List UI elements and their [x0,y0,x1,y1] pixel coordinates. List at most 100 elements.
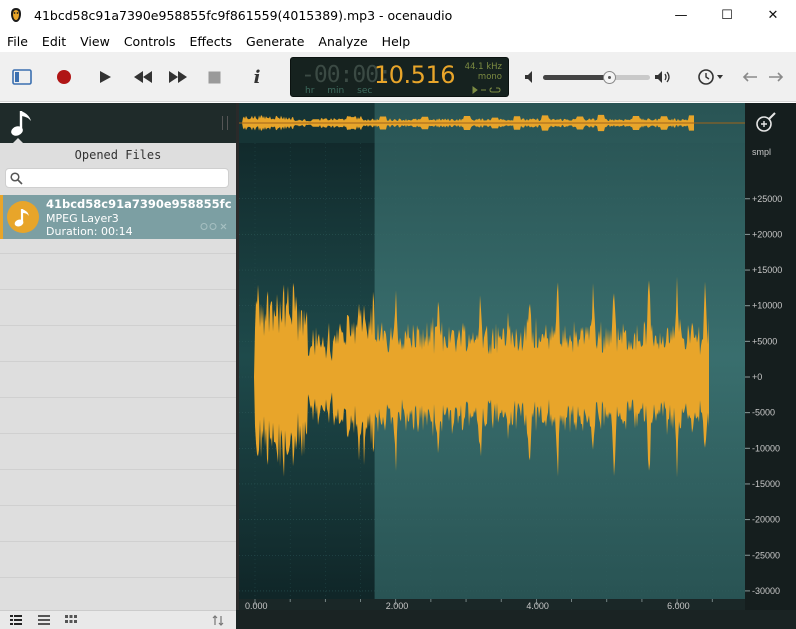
arrow-right-icon [769,72,784,82]
info-button[interactable]: i [246,65,268,89]
back-button[interactable] [740,65,760,89]
time-tick-label: 0.000 [245,601,268,610]
amplitude-tick-label: -5000 [752,408,775,418]
file-list-item[interactable]: 41bcd58c91a7390e958855fc9f861559 MPEG La… [0,195,236,239]
stop-button[interactable] [202,65,226,89]
volume-slider[interactable] [543,71,650,84]
sort-icon[interactable] [212,615,224,626]
rewind-icon [134,71,152,83]
menu-controls[interactable]: Controls [117,34,183,49]
view-mode-bar [0,610,236,629]
amplitude-tick-label: -10000 [752,443,780,453]
menu-bar: File Edit View Controls Effects Generate… [0,30,796,52]
mute-button[interactable] [522,67,540,87]
time-tick-label: 4.000 [526,601,549,610]
playback-mode-icons [472,86,502,96]
waveform-view[interactable]: 0.0002.0004.0006.0008.00010.00012.000 [239,103,745,610]
files-panel-title: Opened Files [74,148,162,162]
record-icon [57,70,71,84]
panel-grip-icon[interactable] [222,116,228,130]
grid-view-icon[interactable] [65,615,77,626]
list-separator [0,469,236,470]
clock-icon [698,69,723,85]
info-icon: i [253,66,261,88]
speaker-low-icon [525,71,532,83]
play-button[interactable] [93,65,117,89]
files-panel: Opened Files 41bcd58c91a7390e958855fc9f8… [0,103,236,610]
amplitude-tick-label: +20000 [752,229,782,239]
list-separator [0,397,236,398]
list-separator [0,253,236,254]
amplitude-unit: smpl [752,147,771,157]
header-pointer [13,138,23,143]
record-button[interactable] [52,65,76,89]
time-display-value: 10.516 [374,61,455,89]
amplitude-tick-label: +10000 [752,301,782,311]
music-note-icon [11,111,31,136]
zoom-icon[interactable] [756,112,776,132]
close-button[interactable]: ✕ [750,0,796,30]
minimize-icon: — [674,7,688,23]
list-separator [0,289,236,290]
amplitude-tick-label: +25000 [752,194,782,204]
amplitude-tick-label: -15000 [752,479,780,489]
audio-file-icon [7,201,39,233]
maximize-button[interactable]: ☐ [704,0,750,30]
time-tick-label: 2.000 [386,601,409,610]
unit-min: min [327,86,345,96]
amplitude-tick-label: +0 [752,372,762,382]
list-separator [0,325,236,326]
menu-edit[interactable]: Edit [35,34,73,49]
list-separator [0,505,236,506]
detail-view-icon[interactable] [10,615,22,626]
sidebar-icon [12,69,32,85]
list-separator [0,433,236,434]
menu-analyze[interactable]: Analyze [311,34,374,49]
volume-slider-thumb[interactable] [603,71,617,84]
list-view-icon[interactable] [38,615,50,626]
close-icon: ✕ [767,7,779,23]
amplitude-tick-label: -30000 [752,586,780,596]
volume-slider-fill [543,75,610,80]
forward-button[interactable] [766,65,786,89]
search-icon [10,172,23,185]
amplitude-tick-label: +15000 [752,265,782,275]
play-icon [100,71,111,83]
toggle-sidebar-button[interactable] [10,65,34,89]
status-bar [0,610,796,629]
sample-rate: 44.1 kHz [464,62,502,72]
amplitude-tick-label: +5000 [752,336,777,346]
menu-generate[interactable]: Generate [239,34,311,49]
sample-rate-info: 44.1 kHz mono [465,62,502,82]
arrow-left-icon [742,72,757,82]
file-item-actions[interactable] [200,222,228,234]
unit-sec: sec [357,86,373,96]
file-name: 41bcd58c91a7390e958855fc9f861559 [46,197,232,211]
fast-forward-icon [169,71,187,83]
stop-icon [208,71,220,83]
amplitude-tick-label: -25000 [752,550,780,560]
menu-help[interactable]: Help [375,34,418,49]
speaker-high-icon [655,71,670,83]
toolbar: i -00:00: 10.516 hr min sec 44.1 kHz mon… [0,52,796,102]
file-type: MPEG Layer3 [46,212,119,225]
menu-effects[interactable]: Effects [183,34,240,49]
menu-view[interactable]: View [73,34,117,49]
amplitude-ruler: smpl +25000 +20000 +15000 +10000 +5000 +0 -500… [745,112,782,596]
channel-mode: mono [477,72,502,82]
rewind-button[interactable] [131,65,155,89]
fast-forward-button[interactable] [166,65,190,89]
minimize-button[interactable]: — [658,0,704,30]
window-title: 41bcd58c91a7390e958855fc9f861559(4015389… [34,7,453,23]
menu-file[interactable]: File [0,34,35,49]
history-dropdown-button[interactable] [695,65,727,89]
time-display: -00:00: 10.516 hr min sec 44.1 kHz mono [290,57,509,97]
loop-mode-icon [472,86,501,94]
volume-max-button[interactable] [652,67,674,87]
file-search-input[interactable] [5,168,229,188]
unit-hr: hr [305,86,315,96]
amplitude-tick-label: -20000 [752,515,780,525]
list-separator [0,361,236,362]
file-duration: Duration: 00:14 [46,225,133,238]
amplitude-ruler-panel: smpl +25000 +20000 +15000 +10000 +5000 +0 -500… [745,103,796,610]
